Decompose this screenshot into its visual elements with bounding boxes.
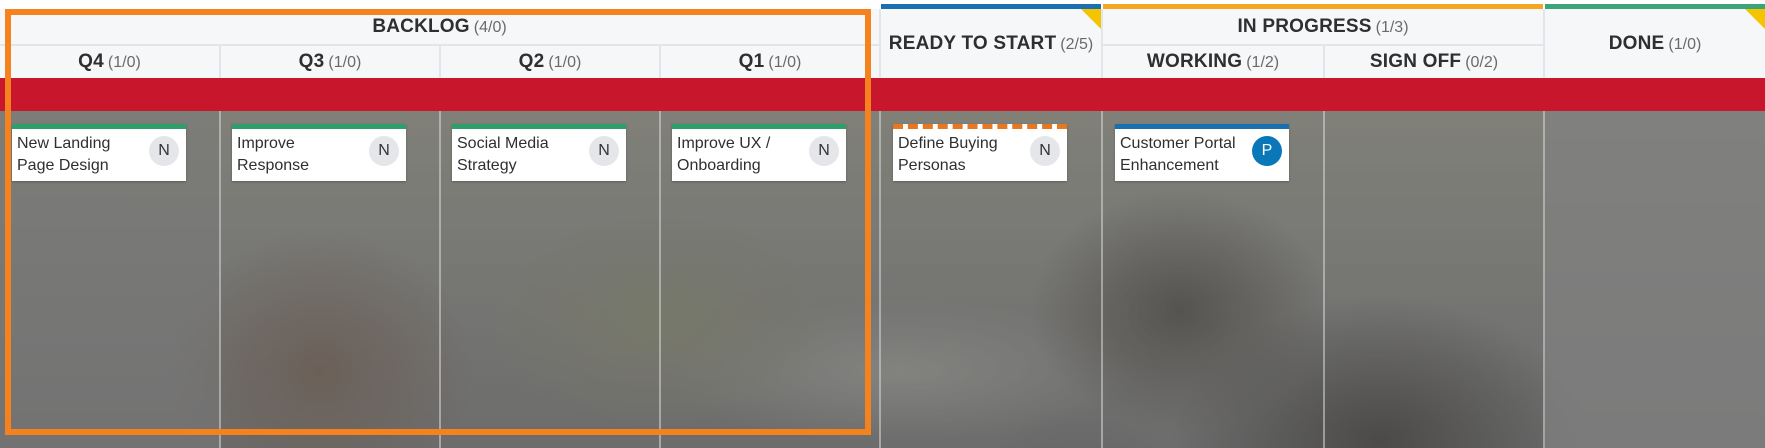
card-improve-ux-onboarding[interactable]: Improve UX / Onboarding N [672,124,846,181]
card-define-buying-personas[interactable]: Define Buying Personas N [893,124,1067,181]
column-corner-flag [1081,9,1101,29]
column-divider [1543,111,1545,448]
column-header-sign-off[interactable]: SIGN OFF (0/2) [1325,46,1543,78]
column-divider [659,111,661,448]
card-user-avatar[interactable]: N [1030,136,1060,166]
card-title: New Landing Page Design [17,135,111,174]
swimlane-header[interactable] [0,78,1765,111]
column-count: (2/5) [1060,36,1094,53]
column-header-working[interactable]: WORKING (1/2) [1103,46,1323,78]
column-title: WORKING [1146,51,1243,72]
header-divider [1101,9,1103,78]
card-title: Social Media Strategy [457,135,549,174]
header-divider [439,46,441,78]
column-header-backlog[interactable]: BACKLOG (4/0) [0,9,879,44]
column-count: (0/2) [1465,54,1499,71]
column-overlay-done [1545,111,1765,448]
card-new-landing-page-design[interactable]: New Landing Page Design N [12,124,186,181]
card-user-avatar[interactable]: N [809,136,839,166]
column-header-ready-to-start[interactable]: READY TO START (2/5) [881,9,1101,78]
column-divider [1101,111,1103,448]
column-divider [1323,111,1325,448]
column-count: (1/0) [548,54,582,71]
kanban-board: BACKLOG (4/0) Q4 (1/0) Q3 (1/0) Q2 (1/0) Q1(… [0,0,1765,448]
column-title: Q3 [298,51,325,72]
card-title: Define Buying Personas [898,135,998,174]
column-count: (1/3) [1375,19,1409,36]
column-header-in-progress[interactable]: IN PROGRESS (1/3) [1103,9,1543,44]
column-count: (1/0) [328,54,362,71]
column-divider [219,111,221,448]
column-header-q2[interactable]: Q2 (1/0) [441,46,659,78]
column-count: (1/0) [1668,36,1702,53]
card-user-avatar[interactable]: N [369,136,399,166]
column-header-done[interactable]: DONE (1/0) [1545,9,1765,78]
column-title: READY TO START [888,33,1057,54]
column-header-q3[interactable]: Q3 (1/0) [221,46,439,78]
header-divider [1543,9,1545,78]
card-user-avatar[interactable]: N [589,136,619,166]
column-title: Q2 [518,51,545,72]
column-corner-flag [1745,9,1765,29]
column-count: (1/0) [768,54,802,71]
column-title: Q4 [78,51,104,72]
header-divider [879,9,881,78]
card-user-avatar[interactable]: N [149,136,179,166]
column-count: (1/2) [1246,54,1280,71]
column-header-q4[interactable]: Q4 (1/0) [0,46,219,78]
column-title: Q1 [738,51,765,72]
column-title: DONE [1608,33,1665,54]
header-divider [1323,46,1325,78]
column-title: SIGN OFF [1369,51,1462,72]
card-title: Improve Response [237,135,310,174]
column-title: BACKLOG [372,16,470,37]
column-title: IN PROGRESS [1237,16,1372,37]
card-title: Improve UX / Onboarding [677,135,771,174]
column-count: (1/0) [107,54,141,71]
column-header-q1[interactable]: Q1 (1/0) [661,46,879,78]
column-count: (4/0) [473,19,507,36]
card-customer-portal-enhancement[interactable]: Customer Portal Enhancement P [1115,124,1289,181]
card-social-media-strategy[interactable]: Social Media Strategy N [452,124,626,181]
card-title: Customer Portal Enhancement [1120,135,1236,174]
column-divider [439,111,441,448]
header-divider [659,46,661,78]
column-divider [879,111,881,448]
card-user-avatar[interactable]: P [1252,136,1282,166]
card-improve-response[interactable]: Improve Response N [232,124,406,181]
header-divider [219,46,221,78]
